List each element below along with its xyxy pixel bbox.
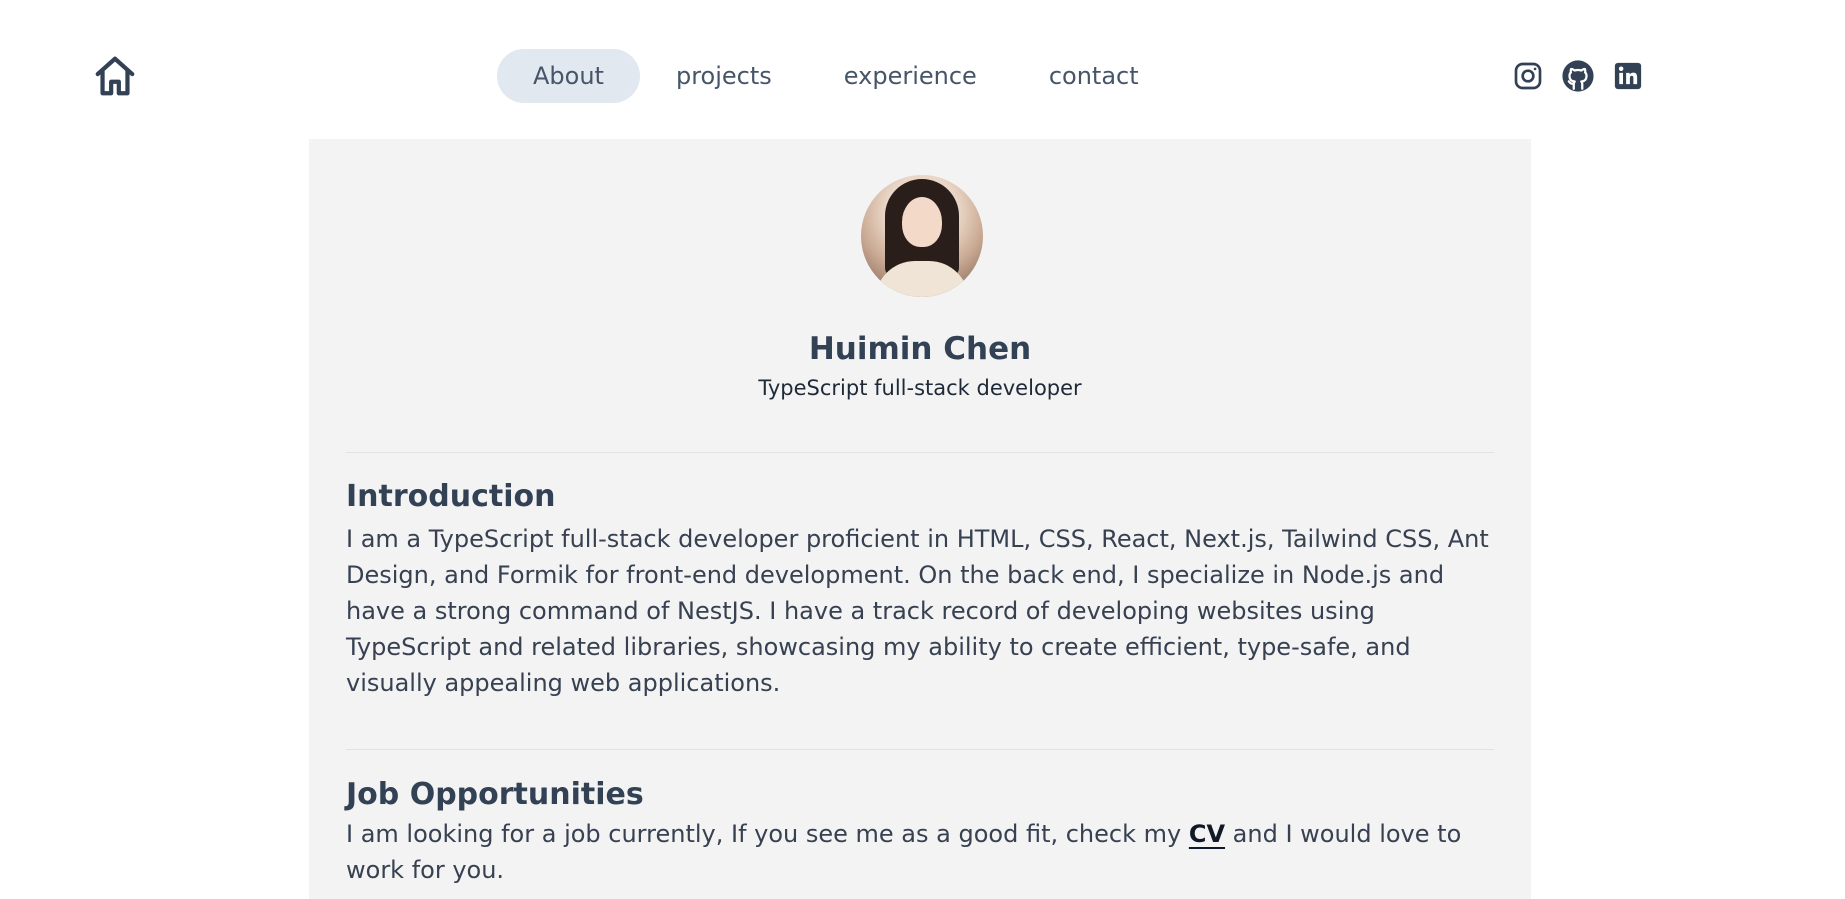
home-button[interactable] [90, 51, 140, 101]
nav-item-about[interactable]: About [497, 49, 640, 103]
moon-icon [1703, 64, 1716, 88]
job-opportunities-heading: Job Opportunities [346, 777, 644, 812]
linkedin-icon [1614, 62, 1642, 90]
job-opportunities-body: I am looking for a job currently, If you… [346, 816, 1496, 888]
avatar [861, 175, 983, 297]
theme-toggle-button[interactable] [1688, 58, 1724, 94]
home-icon [95, 56, 135, 96]
profile-name: Huimin Chen [808, 331, 1032, 367]
social-links [1510, 56, 1646, 96]
nav-item-projects[interactable]: projects [640, 49, 808, 103]
nav-item-experience[interactable]: experience [808, 49, 1013, 103]
cv-link[interactable]: CV [1189, 820, 1225, 848]
github-link[interactable] [1560, 58, 1596, 94]
instagram-icon [1514, 62, 1542, 90]
introduction-heading: Introduction [346, 479, 556, 514]
main-nav: About projects experience contact [497, 49, 1175, 103]
linkedin-link[interactable] [1610, 58, 1646, 94]
divider [346, 749, 1494, 750]
introduction-body: I am a TypeScript full-stack developer p… [346, 525, 1489, 697]
github-icon [1562, 60, 1594, 92]
instagram-link[interactable] [1510, 58, 1546, 94]
site-header: About projects experience contact [0, 0, 1845, 138]
divider [346, 452, 1494, 453]
profile-title: TypeScript full-stack developer [758, 376, 1082, 400]
nav-item-contact[interactable]: contact [1013, 49, 1175, 103]
about-card: Huimin Chen TypeScript full-stack develo… [309, 139, 1531, 899]
job-opportunities-text: I am looking for a job currently, If you… [346, 820, 1189, 848]
